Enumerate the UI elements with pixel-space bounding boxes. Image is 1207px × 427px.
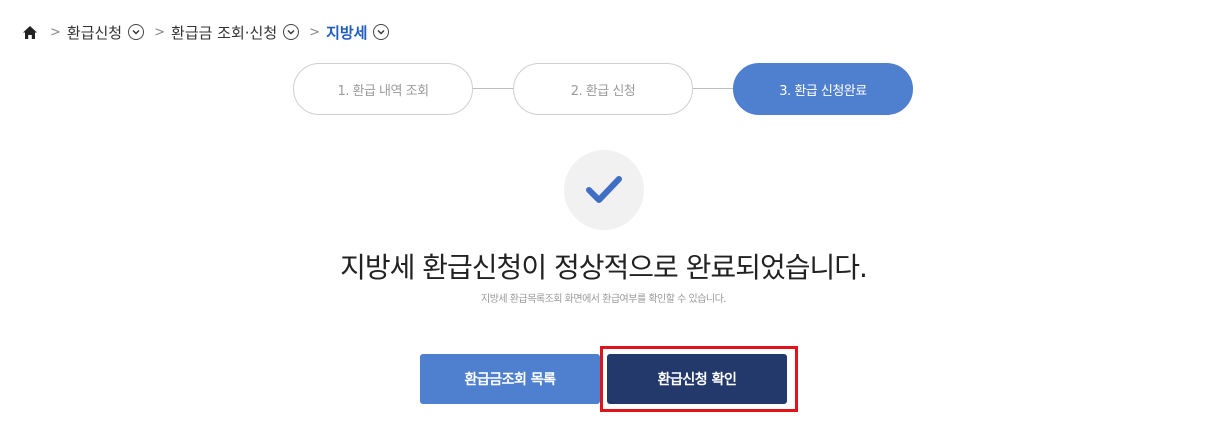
page: > 환급신청 > 환급금 조회·신청 > 지방세 1. 환급 내역 조회 2. …: [0, 0, 1207, 427]
check-icon: [564, 150, 644, 230]
breadcrumb-item-refund-application[interactable]: 환급신청: [67, 22, 150, 43]
chevron-right-icon: >: [309, 24, 321, 40]
chevron-right-icon: >: [50, 24, 61, 40]
completion-message: 지방세 환급신청이 정상적으로 완료되었습니다.: [340, 251, 868, 284]
step-indicator: 1. 환급 내역 조회 2. 환급 신청 3. 환급 신청완료: [293, 63, 913, 115]
step-connector: [693, 88, 733, 89]
breadcrumb-item-refund-inquiry[interactable]: 환급금 조회·신청: [171, 22, 305, 43]
breadcrumb-label: 환급금 조회·신청: [171, 23, 278, 42]
chevron-down-icon[interactable]: [128, 24, 145, 40]
completion-subtext: 지방세 환급목록조회 화면에서 환급여부를 확인할 수 있습니다.: [481, 294, 726, 305]
chevron-down-icon[interactable]: [373, 24, 390, 40]
step-2: 2. 환급 신청: [513, 63, 693, 115]
breadcrumb-item-local-tax[interactable]: 지방세: [326, 22, 395, 43]
refund-confirm-button[interactable]: 환급신청 확인: [607, 354, 787, 404]
step-3-active: 3. 환급 신청완료: [733, 63, 913, 115]
chevron-right-icon: >: [154, 24, 166, 40]
breadcrumb-label: 환급신청: [66, 23, 123, 42]
chevron-down-icon[interactable]: [283, 24, 300, 40]
refund-list-button[interactable]: 환급금조회 목록: [420, 354, 600, 404]
home-icon[interactable]: [22, 24, 38, 40]
breadcrumb-label: 지방세: [326, 23, 368, 42]
step-1: 1. 환급 내역 조회: [293, 63, 473, 115]
breadcrumb: > 환급신청 > 환급금 조회·신청 > 지방세: [22, 20, 395, 44]
step-connector: [473, 88, 513, 89]
